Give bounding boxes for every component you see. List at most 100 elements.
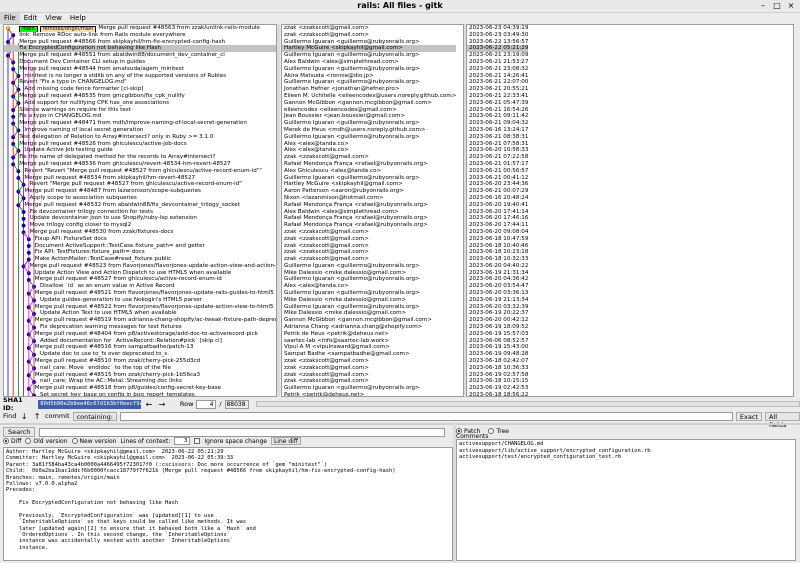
find-mode-dropdown[interactable]: containing:	[72, 411, 117, 421]
commit-row[interactable]: Update Action View and Action Dispatch t…	[4, 270, 276, 277]
commit-author[interactable]: Guillermo Iguaran <guillermo@rubyonrails…	[282, 52, 456, 59]
commit-author[interactable]: Merek de Heus <mdh@users.noreply.github.…	[282, 127, 456, 134]
commit-date[interactable]: 2023-06-21 00:07:29	[467, 188, 528, 195]
commit-author[interactable]: Alex Baldwin <alex@simplethread.com>	[282, 209, 456, 216]
commit-row[interactable]: Update Action Text to use HTML5 when ava…	[4, 310, 276, 317]
commit-date[interactable]: 2023-06-21 07:22:58	[467, 154, 528, 161]
commit-author[interactable]: saartec-lab <info@saartec-lab.work>	[282, 338, 456, 345]
commit-row[interactable]: Update devcontainer json to use Shopify/…	[4, 215, 276, 222]
commit-row[interactable]: Fix a typo in CHANGELOG.md	[4, 113, 276, 120]
commit-author[interactable]: zzak <zzakscott@gmail.com>	[282, 365, 456, 372]
commit-author[interactable]: Guillermo Iguaran <guillermo@rubyonrails…	[282, 66, 456, 73]
commit-author[interactable]: zzak <zzakscott@gmail.com>	[282, 154, 456, 161]
commit-row[interactable]: Test delegation of Relation to Array#int…	[4, 134, 276, 141]
commit-date[interactable]: 2023-06-23 04:39:19	[467, 25, 528, 32]
commit-date[interactable]: 2023-06-16 13:24:17	[467, 127, 528, 134]
commit-graph-list[interactable]: main remotes/origin/main Merge pull reques…	[3, 24, 277, 397]
commit-row[interactable]: Update guides-generation to use Nokogiri…	[4, 297, 276, 304]
commit-author[interactable]: Guillermo Iguaran <guillermo@rubyonrails…	[282, 120, 456, 127]
commit-date[interactable]: 2023-06-18 10:15:15	[467, 378, 528, 385]
commit-author[interactable]: Guillermo Iguaran <guillermo@rubyonrails…	[282, 290, 456, 297]
commit-date[interactable]: 2023-06-21 23:19:09	[467, 52, 528, 59]
commit-author[interactable]: Rafael Mendonça França <rafael@rubyonrai…	[282, 161, 456, 168]
commit-date[interactable]: 2023-06-20 03:32:39	[467, 304, 528, 311]
commit-author[interactable]: Sampat Badhe <sampatbadhe@gmail.com>	[282, 351, 456, 358]
commit-row[interactable]: Apply scope to association subqueries	[4, 195, 276, 202]
find-down-arrow-icon[interactable]: ↓	[19, 412, 29, 421]
commit-row[interactable]: Revert "Fix a typo in CHANGELOG.md"	[4, 79, 276, 86]
commit-row[interactable]: Merge pull request #48487 from lazaronix…	[4, 188, 276, 195]
commit-date[interactable]: 2023-06-20 04:40:22	[467, 263, 528, 270]
commit-row[interactable]: nail_care: Wrap the AC::Metal::Streaming…	[4, 378, 276, 385]
menu-file[interactable]: File	[0, 13, 20, 24]
commit-date[interactable]: 2023-06-16 20:48:24	[467, 195, 528, 202]
commit-row[interactable]: Merge pull request #48527 from ghiculesc…	[4, 276, 276, 283]
commit-row[interactable]: Revert "Merge pull request #48527 from g…	[4, 181, 276, 188]
commit-row[interactable]: Merge pull request #48532 from abaldwin8…	[4, 202, 276, 209]
pane-splitter[interactable]	[277, 24, 280, 397]
changed-file-item[interactable]: activesupport/lib/active_support/encrypt…	[459, 448, 793, 455]
old-version-radio[interactable]: Old version	[25, 438, 68, 445]
commit-row[interactable]: Merge pull request #48523 from flavorjon…	[4, 263, 276, 270]
commit-row[interactable]: link: Remove RDoc auto-link from Rails m…	[4, 32, 276, 39]
commit-author[interactable]: zzak <zzakscott@gmail.com>	[282, 256, 456, 263]
commit-author[interactable]: Gannon McGibbon <gannon.mcgibbon@gmail.c…	[282, 317, 456, 324]
find-input[interactable]	[119, 411, 733, 421]
forward-arrow-icon[interactable]: →	[157, 400, 167, 409]
commit-author[interactable]: Rafael Mendonça França <rafael@rubyonrai…	[282, 222, 456, 229]
commit-date[interactable]: 2023-06-21 00:56:57	[467, 168, 528, 175]
commit-row[interactable]: Merge pull request #48521 from flavorjon…	[4, 290, 276, 297]
context-lines-spinbox[interactable]: 3	[174, 437, 191, 445]
commit-date[interactable]: 2023-06-18 10:23:18	[467, 249, 528, 256]
commit-author[interactable]: zzak <zzakscott@gmail.com>	[282, 25, 456, 32]
commit-author[interactable]: Hartley McGuire <skipkayhil@gmail.com>	[282, 45, 457, 53]
commit-author[interactable]: Gannon McGibbon <gannon.mcgibbon@gmail.c…	[282, 100, 456, 107]
commit-author[interactable]: Nixon <lazaronixon@hotmail.com>	[282, 195, 456, 202]
commit-date[interactable]: 2023-06-21 05:47:39	[467, 100, 528, 107]
exact-dropdown[interactable]: Exact	[735, 411, 762, 421]
commit-date[interactable]: 2023-06-20 23:44:36	[467, 181, 528, 188]
commit-date[interactable]: 2023-06-21 14:26:41	[467, 73, 528, 80]
commit-date[interactable]: 2023-06-18 10:47:59	[467, 236, 528, 243]
commit-author[interactable]: eileencodes <eileencodes@gmail.com>	[282, 107, 456, 114]
commit-row[interactable]: Silence warnings on require for this tes…	[4, 107, 276, 114]
commit-row[interactable]: Merge pull request #48544 from amatsuda/…	[4, 66, 276, 73]
commit-date[interactable]: 2023-06-19 02:42:53	[467, 385, 528, 392]
commit-row[interactable]: Merge pull request #48530 from zzak/fixt…	[4, 229, 276, 236]
commit-date[interactable]: 2023-06-20 17:41:14	[467, 209, 528, 216]
commit-author[interactable]: Guillermo Iguaran <guillermo@rubyonrails…	[282, 39, 456, 46]
commit-date[interactable]: 2023-06-21 23:08:32	[467, 66, 528, 73]
commit-author[interactable]: zzak <zzakscott@gmail.com>	[282, 229, 456, 236]
minimize-icon[interactable]: –	[758, 1, 768, 11]
commit-date[interactable]: 2023-06-20 09:08:04	[467, 229, 528, 236]
commit-row[interactable]: Merge pull request #48471 from mdh/impro…	[4, 120, 276, 127]
commit-author[interactable]: Mike Dalessio <mike.dalessio@gmail.com>	[282, 270, 456, 277]
sha-input[interactable]: 80d5b00e2b8ee46c67d1b3bf0eecf9ae96a6b32	[38, 399, 141, 409]
commit-row[interactable]: Fix deprecation warning messages for tes…	[4, 324, 276, 331]
commit-row[interactable]: Merge pull request #48522 from flavorjon…	[4, 304, 276, 311]
commit-row[interactable]: Merge pull request #48526 from ghiculesc…	[4, 141, 276, 148]
commit-row[interactable]: Improve naming of local secret generatio…	[4, 127, 276, 134]
back-arrow-icon[interactable]: ←	[144, 400, 154, 409]
commit-row[interactable]: Merge pull request #48518 from p8/guides…	[4, 385, 276, 392]
commit-row[interactable]: Merge pull request #48551 from abaldwin8…	[4, 52, 276, 59]
commit-row[interactable]: Revert "Revert "Merge pull request #4852…	[4, 168, 276, 175]
commit-row[interactable]: Fix EncryptedConfiguration not behaving …	[4, 45, 276, 53]
commit-date[interactable]: 2023-06-21 07:58:31	[467, 141, 528, 148]
commit-date[interactable]: 2023-06-20 04:36:42	[467, 276, 528, 283]
tree-radio[interactable]: Tree	[488, 428, 509, 435]
commit-author-list[interactable]: zzak <zzakscott@gmail.com> zzak <zzakscot…	[281, 24, 464, 397]
commit-row[interactable]: minitest is no longer a stdlib on any of…	[4, 73, 276, 80]
commit-date[interactable]: 2023-06-19 21:13:34	[467, 297, 528, 304]
maximize-icon[interactable]: □	[772, 1, 782, 11]
commit-row[interactable]: Update Active Job testing guide	[4, 147, 276, 154]
commit-row[interactable]: Add support for nullifying CPK has_one a…	[4, 100, 276, 107]
commit-date[interactable]: 2023-06-18 02:42:07	[467, 358, 528, 365]
find-up-arrow-icon[interactable]: ↑	[32, 412, 42, 421]
commit-row[interactable]: Fix API: TestFixtures.fixture_path= docs	[4, 249, 276, 256]
commit-row[interactable]: Fix devcontainer trilogy connection for …	[4, 209, 276, 216]
commit-details-pane[interactable]: Author: Hartley McGuire <skipkayhil@gmai…	[3, 447, 453, 561]
commit-date[interactable]: 2023-06-19 20:22:37	[467, 310, 528, 317]
commit-row[interactable]: Move trilogy config closer to mysql2	[4, 222, 276, 229]
commit-date[interactable]: 2023-06-20 17:46:16	[467, 215, 528, 222]
